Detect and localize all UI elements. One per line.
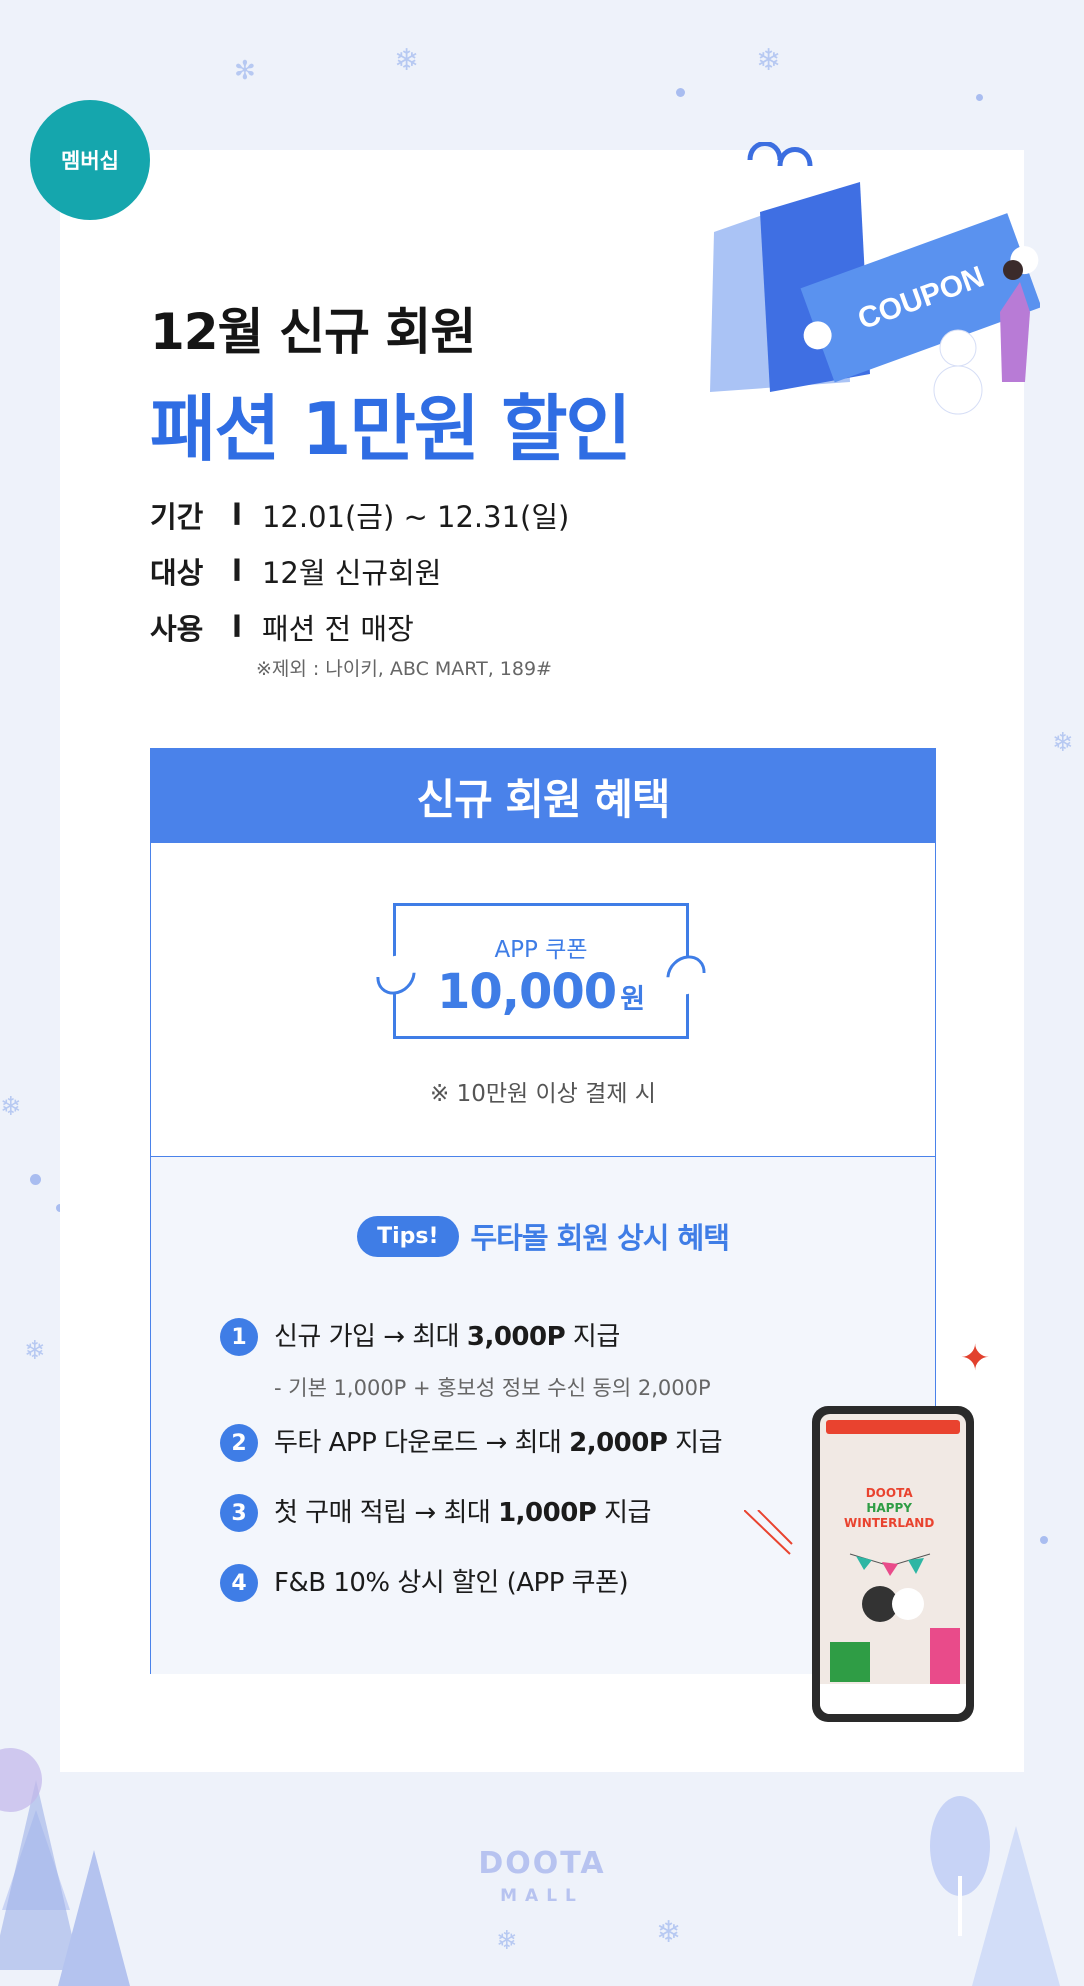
snowflake-icon: ❄ xyxy=(1052,728,1074,758)
shopping-bag-coupon-illustration: COUPON xyxy=(710,142,1040,415)
tips-title: 두타몰 회원 상시 혜택 xyxy=(470,1221,730,1255)
doota-mall-logo: DOOTA xyxy=(478,1846,606,1881)
info-separator: l xyxy=(232,610,242,644)
headline-month-new-member: 12월 신규 회원 xyxy=(150,303,476,361)
info-separator: l xyxy=(232,498,242,532)
membership-badge: 멤버십 xyxy=(30,100,150,220)
snow-dot xyxy=(976,94,983,101)
info-label: 사용 xyxy=(150,612,204,646)
snow-dot xyxy=(1040,1536,1048,1544)
tip-number: 4 xyxy=(220,1564,258,1602)
snowflake-icon: ❄ xyxy=(394,43,420,78)
tip-item-4: 4 F&B 10% 상시 할인 (APP 쿠폰) xyxy=(220,1564,629,1602)
info-target-row: 대상 l 12월 신규회원 xyxy=(150,550,441,592)
snowflake-icon: ❄ xyxy=(0,1092,22,1122)
phone-bottom-nav xyxy=(820,1684,966,1714)
sparkle-icon: ✦ xyxy=(960,1338,991,1379)
winterland-illustration xyxy=(830,1553,960,1684)
tip-item-2: 2 두타 APP 다운로드 → 최대 2,000P 지급 xyxy=(220,1424,723,1462)
tip-item-1: 1 신규 가입 → 최대 3,000P 지급 xyxy=(220,1318,620,1356)
app-coupon: APP 쿠폰 10,000 원 xyxy=(368,903,714,1039)
tip-text: 두타 APP 다운로드 → 최대 2,000P 지급 xyxy=(274,1428,723,1458)
info-value: 12월 신규회원 xyxy=(261,556,442,590)
tip-text: 신규 가입 → 최대 3,000P 지급 xyxy=(274,1322,620,1352)
phone-event-logo: DOOTA HAPPY WINTERLAND xyxy=(844,1486,935,1530)
snow-dot xyxy=(30,1174,41,1185)
headline-discount: 패션 1만원 할인 xyxy=(150,387,632,471)
tip-text: F&B 10% 상시 할인 (APP 쿠폰) xyxy=(274,1568,629,1598)
info-period-row: 기간 l 12.01(금) ~ 12.31(일) xyxy=(150,494,569,536)
coupon-amount-number: 10,000 xyxy=(436,964,617,1020)
info-usage-row: 사용 l 패션 전 매장 xyxy=(150,606,414,648)
tip-number: 3 xyxy=(220,1494,258,1532)
info-separator: l xyxy=(232,554,242,588)
snowflake-icon: ❄ xyxy=(756,43,782,78)
info-label: 대상 xyxy=(150,556,204,590)
info-exclusion-note: ※제외 : 나이키, ABC MART, 189# xyxy=(256,658,552,680)
phone-app-topbar xyxy=(826,1420,960,1434)
phone-mockup: DOOTA HAPPY WINTERLAND xyxy=(812,1406,974,1722)
tip-number: 1 xyxy=(220,1318,258,1356)
snowflake-icon: ❄ xyxy=(24,1336,46,1366)
info-value: 패션 전 매장 xyxy=(261,612,414,646)
snowflake-icon: ✻ xyxy=(234,56,256,86)
coupon-amount-unit: 원 xyxy=(620,984,646,1015)
coupon-condition-note: ※ 10만원 이상 결제 시 xyxy=(430,1081,656,1107)
benefit-title: 신규 회원 혜택 xyxy=(151,749,935,843)
snowflake-icon: ❄ xyxy=(496,1926,518,1956)
tip-sub-note: - 기본 1,000P + 홍보성 정보 수신 동의 2,000P xyxy=(274,1376,711,1400)
tip-text: 첫 구매 적립 → 최대 1,000P 지급 xyxy=(274,1498,651,1528)
motion-lines-icon xyxy=(744,1510,793,1555)
phone-screen: DOOTA HAPPY WINTERLAND xyxy=(820,1414,966,1714)
doota-mall-logo-sub: MALL xyxy=(500,1886,584,1906)
info-label: 기간 xyxy=(150,500,204,534)
tips-header: Tips! 두타몰 회원 상시 혜택 xyxy=(151,1215,935,1257)
info-value: 12.01(금) ~ 12.31(일) xyxy=(261,500,570,534)
snow-dot xyxy=(676,88,685,97)
coupon-amount: 10,000 원 xyxy=(396,964,686,1020)
snowflake-icon: ❄ xyxy=(656,1915,682,1950)
tip-item-3: 3 첫 구매 적립 → 최대 1,000P 지급 xyxy=(220,1494,651,1532)
coupon-label: APP 쿠폰 xyxy=(494,937,588,963)
tip-number: 2 xyxy=(220,1424,258,1462)
tips-pill: Tips! xyxy=(357,1215,459,1257)
